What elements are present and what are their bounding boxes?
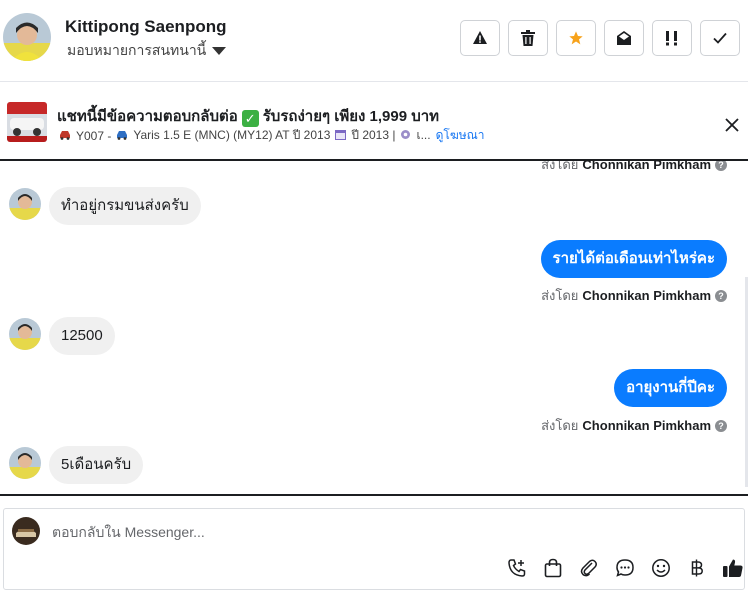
divider — [0, 494, 748, 496]
sender-name: Chonnikan Pimkham — [582, 418, 711, 433]
call-button[interactable] — [506, 557, 528, 579]
ad-subtitle: Y007 - Yaris 1.5 E (MNC) (MY12) AT ปี 20… — [59, 126, 485, 145]
assign-label: มอบหมายการสนทนานี้ — [67, 42, 207, 58]
ad-thumbnail[interactable] — [7, 102, 47, 142]
view-ad-link[interactable]: ดูโฆษณา — [436, 126, 485, 145]
sent-by-label: ส่งโดย Chonnikan Pimkham ? — [541, 415, 727, 436]
contact-avatar[interactable] — [3, 13, 51, 61]
car-icon — [59, 129, 71, 143]
ad-vehicle-model: Yaris 1.5 E (MNC) (MY12) AT ปี 2013 — [133, 128, 331, 142]
warning-icon — [473, 31, 487, 44]
emoji-button[interactable] — [650, 557, 672, 579]
star-button[interactable] — [556, 20, 596, 56]
sender-name: Chonnikan Pimkham — [582, 288, 711, 303]
attach-button[interactable] — [578, 557, 600, 579]
conversation-header: Kittipong Saenpong มอบหมายการสนทนานี้ — [0, 0, 748, 82]
ad-title-text: แชทนี้มีข้อความตอบกลับต่อ — [57, 108, 238, 125]
sent-by-label: ส่งโดย Chonnikan Pimkham ? — [541, 161, 727, 175]
help-icon[interactable]: ? — [715, 419, 727, 432]
saved-replies-button[interactable] — [614, 557, 636, 579]
sender-name: Chonnikan Pimkham — [582, 161, 711, 172]
ad-offer-text: รับรถง่ายๆ เพียง 1,999 บาท — [262, 108, 440, 125]
ad-more-text: เ... — [416, 128, 431, 142]
close-icon — [725, 118, 739, 132]
sent-by-label: ส่งโดย Chonnikan Pimkham ? — [541, 285, 727, 306]
ad-title: แชทนี้มีข้อความตอบกลับต่อ ✓ รับรถง่ายๆ เพี… — [57, 104, 439, 128]
shop-button[interactable] — [542, 557, 564, 579]
chat-bubble-icon — [616, 559, 634, 577]
assign-conversation-dropdown[interactable]: มอบหมายการสนทนานี้ — [67, 40, 227, 62]
outgoing-message[interactable]: รายได้ต่อเดือนเท่าไหร่คะ — [540, 240, 727, 278]
reply-input[interactable] — [52, 524, 452, 540]
ad-vehicle-year: ปี 2013 | — [351, 128, 396, 142]
sent-by-prefix: ส่งโดย — [541, 288, 579, 303]
mark-unread-button[interactable] — [604, 20, 644, 56]
payment-button[interactable] — [686, 557, 708, 579]
contact-name[interactable]: Kittipong Saenpong — [65, 17, 226, 37]
contact-avatar-small[interactable] — [9, 447, 41, 479]
sent-by-prefix: ส่งโดย — [541, 161, 579, 172]
thumbs-up-icon — [723, 559, 743, 577]
trash-icon — [521, 30, 535, 46]
help-icon[interactable]: ? — [715, 289, 727, 302]
outgoing-message[interactable]: อายุงานกี่ปีคะ — [614, 369, 727, 407]
car-icon — [116, 129, 128, 143]
contact-avatar-small[interactable] — [9, 318, 41, 350]
reply-composer — [3, 508, 745, 590]
ad-vehicle-id: Y007 - — [76, 128, 112, 143]
incoming-message[interactable]: 5เดือนครับ — [49, 446, 144, 484]
phone-plus-icon — [508, 559, 526, 577]
baht-icon — [691, 559, 703, 577]
calendar-icon — [335, 129, 347, 143]
sent-by-prefix: ส่งโดย — [541, 418, 579, 433]
close-banner-button[interactable] — [720, 113, 744, 137]
help-icon[interactable]: ? — [715, 161, 727, 171]
contact-avatar-small[interactable] — [9, 188, 41, 220]
mark-done-button[interactable] — [700, 20, 740, 56]
envelope-open-icon — [617, 31, 631, 45]
smiley-icon — [652, 559, 670, 577]
message-thread[interactable]: ส่งโดย Chonnikan Pimkham ? ทำอยู่กรมขนส่… — [0, 161, 748, 494]
header-actions — [460, 20, 740, 56]
incoming-message[interactable]: 12500 — [49, 317, 115, 355]
report-spam-button[interactable] — [460, 20, 500, 56]
page-avatar — [12, 517, 40, 545]
shopping-bag-icon — [544, 558, 562, 578]
important-icon — [666, 31, 677, 46]
gear-icon — [400, 129, 411, 143]
caret-down-icon — [212, 47, 227, 55]
paperclip-icon — [580, 559, 597, 577]
incoming-message[interactable]: ทำอยู่กรมขนส่งครับ — [49, 187, 201, 225]
delete-button[interactable] — [508, 20, 548, 56]
check-icon — [713, 32, 727, 44]
star-icon — [569, 31, 583, 45]
checkmark-icon: ✓ — [241, 110, 259, 127]
ad-context-banner: แชทนี้มีข้อความตอบกลับต่อ ✓ รับรถง่ายๆ เพี… — [0, 83, 748, 161]
composer-toolbar — [506, 557, 744, 579]
like-button[interactable] — [722, 557, 744, 579]
mark-important-button[interactable] — [652, 20, 692, 56]
